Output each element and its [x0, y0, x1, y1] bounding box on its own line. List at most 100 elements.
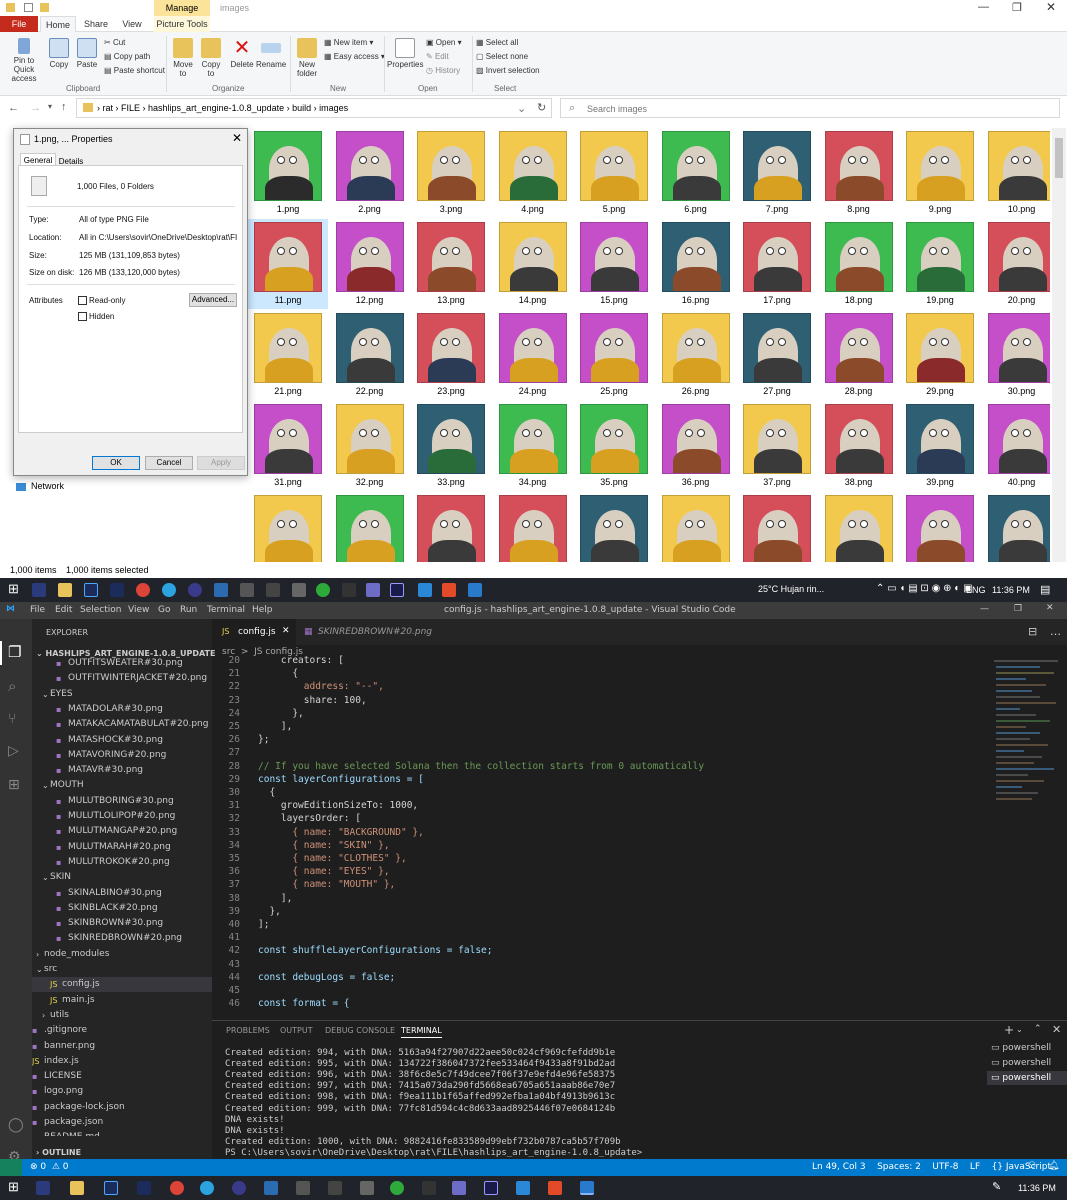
file-tile[interactable]: 27.png: [737, 310, 817, 400]
remote-indicator[interactable]: [0, 1159, 22, 1176]
file-tile[interactable]: [574, 492, 654, 562]
menu-edit[interactable]: Edit: [55, 605, 72, 615]
upwork-icon[interactable]: [316, 583, 330, 597]
app-icon[interactable]: [296, 1181, 310, 1195]
extensions-icon[interactable]: ⊞: [8, 777, 20, 793]
file-tile[interactable]: [493, 492, 573, 562]
file-tile[interactable]: 5.png: [574, 128, 654, 218]
app-icon[interactable]: [328, 1181, 342, 1195]
copy-button[interactable]: Copy: [46, 38, 72, 69]
clock[interactable]: 11:36 PM: [1018, 1183, 1056, 1193]
tree-file[interactable]: ▪ banner.png: [32, 1039, 212, 1054]
tree-file[interactable]: ▪ MULUTROKOK#20.png: [32, 855, 212, 870]
outline-section[interactable]: › OUTLINE: [36, 1148, 81, 1157]
tree-file[interactable]: ▪ MULUTLOLIPOP#20.png: [32, 809, 212, 824]
file-tile[interactable]: 25.png: [574, 310, 654, 400]
pen-icon[interactable]: ✎: [992, 1180, 1001, 1193]
photoshop-icon[interactable]: [137, 1181, 151, 1195]
app-icon[interactable]: [240, 583, 254, 597]
tab-terminal[interactable]: TERMINAL: [401, 1026, 442, 1038]
tree-folder[interactable]: › node_modules: [32, 947, 212, 962]
file-tile[interactable]: 9.png: [900, 128, 980, 218]
file-tile[interactable]: 1.png: [248, 128, 328, 218]
readonly-checkbox[interactable]: [78, 296, 87, 305]
menu-view[interactable]: View: [128, 605, 149, 615]
minimize-icon[interactable]: —: [980, 604, 989, 614]
minimize-icon[interactable]: —: [978, 1, 989, 13]
crumb-project[interactable]: hashlips_art_engine-1.0.8_update: [148, 103, 284, 113]
telegram-icon[interactable]: [200, 1181, 214, 1195]
chevron-down-icon[interactable]: ⌄: [1016, 1025, 1023, 1034]
file-tile[interactable]: [900, 492, 980, 562]
back-arrow-icon[interactable]: ←: [8, 102, 19, 114]
tree-file[interactable]: ▪ MULUTMARAH#20.png: [32, 840, 212, 855]
menu-run[interactable]: Run: [180, 605, 197, 615]
properties-button[interactable]: Properties: [387, 38, 423, 69]
tree-folder[interactable]: ⌄ src: [32, 962, 212, 977]
search-box[interactable]: ⌕ Search images: [560, 98, 1060, 118]
file-tile[interactable]: 2.png: [330, 128, 410, 218]
tree-file[interactable]: ▪ .gitignore: [32, 1023, 212, 1038]
file-tile[interactable]: [656, 492, 736, 562]
run-debug-icon[interactable]: ▷: [8, 743, 19, 759]
close-icon[interactable]: ✕: [1046, 0, 1056, 14]
chrome-icon[interactable]: [170, 1181, 184, 1195]
file-tile[interactable]: 37.png: [737, 401, 817, 491]
file-tile[interactable]: 14.png: [493, 219, 573, 309]
maximize-panel-icon[interactable]: ⌃: [1034, 1024, 1042, 1034]
tree-file[interactable]: ▪ OUTFITWINTERJACKET#20.png: [32, 671, 212, 686]
terminal-entry[interactable]: ▭ powershell: [991, 1043, 1051, 1053]
notifications-bell-icon[interactable]: 🔔︎: [1048, 1161, 1059, 1171]
file-tile[interactable]: 38.png: [819, 401, 899, 491]
tree-folder[interactable]: › utils: [32, 1008, 212, 1023]
crumb-build[interactable]: build: [292, 103, 311, 113]
tree-file[interactable]: ▪ SKINALBINO#30.png: [32, 886, 212, 901]
move-to-button[interactable]: Move to: [170, 38, 196, 78]
menu-go[interactable]: Go: [158, 605, 170, 615]
maximize-icon[interactable]: ❐: [1012, 1, 1022, 14]
weather[interactable]: 25°C Hujan rin...: [758, 584, 824, 594]
app-icon[interactable]: [422, 1181, 436, 1195]
file-tile[interactable]: 12.png: [330, 219, 410, 309]
edit-button[interactable]: ✎ Edit: [426, 52, 449, 61]
apply-button[interactable]: Apply: [197, 456, 245, 470]
app-icon[interactable]: [418, 583, 432, 597]
close-icon[interactable]: ✕: [232, 131, 242, 145]
tree-file[interactable]: JS index.js: [32, 1054, 212, 1069]
forward-arrow-icon[interactable]: →: [30, 102, 41, 114]
file-tile[interactable]: [819, 492, 899, 562]
menu-help[interactable]: Help: [252, 605, 273, 615]
tree-folder[interactable]: ⌄ MOUTH: [32, 778, 212, 793]
folder-icon[interactable]: [40, 3, 49, 12]
invert-selection-button[interactable]: ▨ Invert selection: [476, 66, 540, 75]
file-tile[interactable]: 10.png: [982, 128, 1050, 218]
problems-count[interactable]: ⊗ 0 ⚠ 0: [30, 1162, 69, 1172]
easy-access-button[interactable]: ▦ Easy access ▾: [324, 52, 385, 61]
file-tile[interactable]: 16.png: [656, 219, 736, 309]
chrome-icon[interactable]: [136, 583, 150, 597]
app-icon[interactable]: [266, 583, 280, 597]
split-editor-icon[interactable]: ⊟: [1028, 625, 1037, 638]
notification-icon[interactable]: ▤: [1040, 583, 1050, 596]
tab-debug-console[interactable]: DEBUG CONSOLE: [325, 1026, 395, 1035]
delete-button[interactable]: ✕ Delete: [228, 38, 256, 69]
editor-status[interactable]: Ln 49, Col 3 Spaces: 2 UTF-8 LF {} JavaS…: [812, 1162, 1051, 1172]
menu-terminal[interactable]: Terminal: [207, 605, 245, 615]
address-bar[interactable]: › rat › FILE › hashlips_art_engine-1.0.8…: [76, 98, 552, 118]
app-icon[interactable]: [36, 1181, 50, 1195]
file-tile[interactable]: 20.png: [982, 219, 1050, 309]
file-tile[interactable]: 29.png: [900, 310, 980, 400]
tree-file[interactable]: JS main.js: [32, 993, 212, 1008]
file-tile[interactable]: 17.png: [737, 219, 817, 309]
new-folder-button[interactable]: New folder: [293, 38, 321, 78]
file-tile[interactable]: 30.png: [982, 310, 1050, 400]
tree-file[interactable]: JS config.js: [32, 977, 212, 993]
cut-button[interactable]: ✂ Cut: [104, 38, 125, 47]
file-tile[interactable]: 6.png: [656, 128, 736, 218]
tree-file[interactable]: ▪ SKINBLACK#20.png: [32, 901, 212, 916]
file-tile[interactable]: 21.png: [248, 310, 328, 400]
tree-file[interactable]: ▪ OUTFITSWEATER#30.png: [32, 656, 212, 671]
tree-file[interactable]: ▪ package.json: [32, 1115, 212, 1130]
file-tile[interactable]: 26.png: [656, 310, 736, 400]
tab-config-js[interactable]: JS config.js ✕: [212, 619, 296, 645]
